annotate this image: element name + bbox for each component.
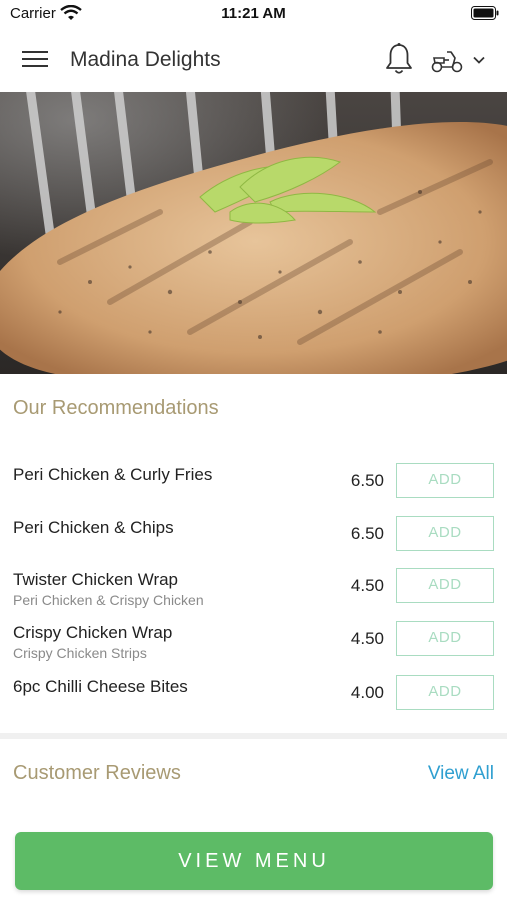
list-item: 6pc Chilli Cheese Bites 4.00 ADD (0, 675, 507, 725)
chevron-down-icon[interactable] (471, 52, 487, 68)
list-item: Twister Chicken Wrap Peri Chicken & Cris… (0, 568, 507, 618)
battery-icon (471, 6, 499, 20)
scooter-icon[interactable] (430, 46, 464, 74)
item-price: 4.50 (350, 576, 384, 595)
item-name: Peri Chicken & Curly Fries (13, 465, 213, 484)
item-name: Twister Chicken Wrap (13, 570, 179, 589)
item-name: Crispy Chicken Wrap (13, 623, 173, 642)
reviews-heading: Customer Reviews (13, 762, 181, 784)
item-price: 4.50 (350, 629, 384, 648)
add-button[interactable]: ADD (396, 568, 494, 603)
view-all-link[interactable]: View All (428, 763, 494, 785)
section-divider (0, 733, 507, 739)
item-price: 4.00 (350, 683, 384, 702)
status-bar: Carrier 11:21 AM (0, 0, 507, 28)
item-price: 6.50 (350, 524, 384, 543)
item-name: 6pc Chilli Cheese Bites (13, 677, 188, 696)
item-name: Peri Chicken & Chips (13, 518, 174, 537)
hamburger-menu-icon[interactable] (22, 48, 48, 70)
recommendations-heading: Our Recommendations (13, 397, 219, 419)
status-time: 11:21 AM (221, 5, 286, 22)
nav-bar: Madina Delights (0, 28, 507, 92)
item-price: 6.50 (350, 471, 384, 490)
item-description: Crispy Chicken Strips (13, 645, 147, 661)
add-button[interactable]: ADD (396, 516, 494, 551)
add-button[interactable]: ADD (396, 675, 494, 710)
item-description: Peri Chicken & Crispy Chicken (13, 592, 204, 608)
hero-food-image (0, 92, 507, 374)
view-menu-button[interactable]: VIEW MENU (15, 832, 493, 890)
add-button[interactable]: ADD (396, 621, 494, 656)
bell-icon[interactable] (384, 42, 414, 76)
restaurant-title: Madina Delights (70, 48, 221, 71)
list-item: Peri Chicken & Curly Fries 6.50 ADD (0, 463, 507, 513)
list-item: Crispy Chicken Wrap Crispy Chicken Strip… (0, 621, 507, 671)
list-item: Peri Chicken & Chips 6.50 ADD (0, 516, 507, 566)
add-button[interactable]: ADD (396, 463, 494, 498)
